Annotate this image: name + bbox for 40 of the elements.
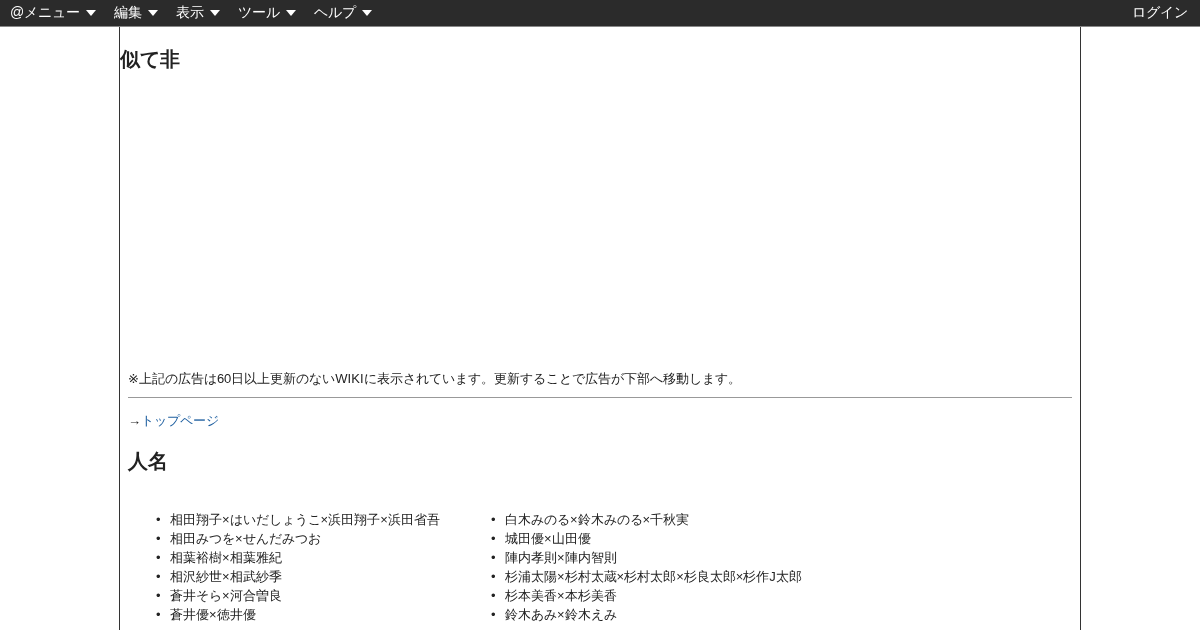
bullet: • [491, 568, 497, 585]
caret-icon [86, 10, 97, 16]
name-list-item: 相沢紗世×相武紗季 [170, 568, 282, 585]
name-list-item: 相田みつを×せんだみつお [170, 530, 321, 547]
name-list-item: 蒼井そら×河合曽良 [170, 587, 282, 604]
menu-button[interactable]: ヘルプ [306, 4, 381, 22]
caret-icon [362, 10, 373, 16]
page-title: 似て非 [120, 47, 181, 71]
name-list-item: 杉本美香×本杉美香 [505, 587, 617, 604]
name-list-item: 杉浦太陽×杉村太蔵×杉村太郎×杉良太郎×杉作J太郎 [505, 568, 802, 585]
name-list-item: 相葉裕樹×相葉雅紀 [170, 549, 282, 566]
bullet: • [156, 606, 162, 623]
menu-button[interactable]: 表示 [168, 4, 229, 22]
bullet: • [491, 587, 497, 604]
name-list-item: 鈴木あみ×鈴木えみ [505, 606, 617, 623]
arrow-text: → [128, 413, 141, 428]
caret-icon [148, 10, 159, 16]
bullet: • [491, 511, 497, 528]
name-list-item: 城田優×山田優 [505, 530, 591, 547]
bullet: • [156, 511, 162, 528]
bullet: • [156, 587, 162, 604]
name-list-item: 白木みのる×鈴木みのる×千秋実 [505, 511, 690, 528]
name-list-item: 陣内孝則×陣内智則 [505, 549, 617, 566]
bullet: • [156, 568, 162, 585]
bullet: • [491, 549, 497, 566]
menu-button[interactable]: 編集 [106, 4, 167, 22]
menu-button[interactable]: @メニュー [2, 4, 105, 22]
name-list-item: 蒼井優×徳井優 [170, 606, 256, 623]
section-heading: 人名 [128, 449, 169, 474]
bullet: • [156, 549, 162, 566]
bullet: • [491, 606, 497, 623]
name-list-item: 相田翔子×はいだしょうこ×浜田翔子×浜田省吾 [170, 511, 440, 528]
bullet: • [491, 530, 497, 547]
caret-icon [210, 10, 221, 16]
caret-icon [286, 10, 297, 16]
top-page-link[interactable]: トップページ [141, 413, 219, 428]
ad-notice: ※上記の広告は60日以上更新のないWIKIに表示されています。更新することで広告が下部へ移動します。 [128, 371, 742, 387]
login-button[interactable]: ログイン [1124, 4, 1198, 22]
bullet: • [156, 530, 162, 547]
menu-button[interactable]: ツール [230, 4, 305, 22]
